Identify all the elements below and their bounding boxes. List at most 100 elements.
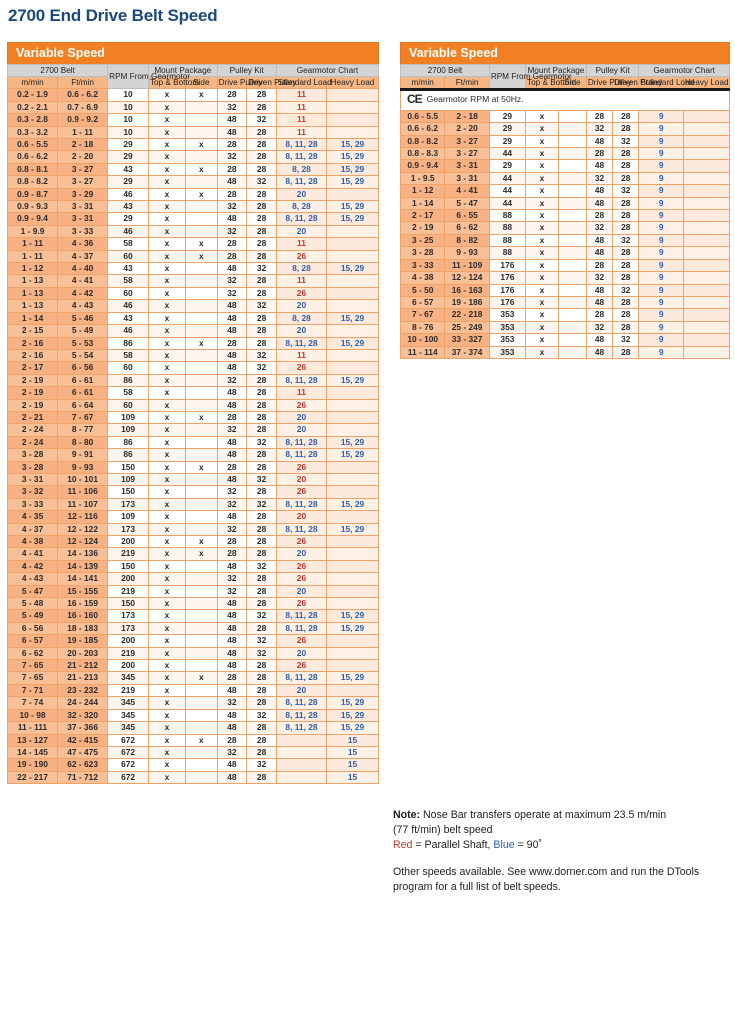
cell-standard-load-value: 11 [297, 89, 306, 100]
cell-heavy-load [682, 308, 731, 322]
cell-standard-load: 20 [275, 224, 328, 239]
table-row: 2 - 24 8 - 80 86 x 48 32 8, 11, 28 15, 29 [6, 435, 379, 450]
cell-mmin: 10 - 100 [399, 333, 446, 347]
cell-driven-pulley: 28 [612, 221, 640, 235]
cell-rpm: 219 [107, 683, 149, 698]
cell-drive-pulley: 48 [585, 184, 614, 198]
table-row: 7 - 65 21 - 213 345 x x 28 28 8, 11, 28 15, 29 [6, 671, 379, 685]
cell-heavy-load [326, 410, 379, 425]
cell-heavy-load [682, 283, 731, 297]
table-row: 1 - 13 4 - 42 60 x 32 28 26 [6, 286, 379, 301]
cell-top-bottom: x [525, 134, 559, 149]
cell-standard-load-value: 9 [658, 110, 664, 121]
cell-side [557, 283, 587, 297]
table-row: 2 - 16 5 - 54 58 x 48 32 11 [6, 348, 379, 363]
cell-ftmin: 22 - 218 [444, 308, 490, 322]
table-row: 4 - 41 14 - 136 219 x x 28 28 20 [6, 547, 379, 561]
cell-standard-load-value: 9 [658, 334, 664, 345]
th-driven-pulley: Driven Pulley [246, 76, 297, 90]
cell-standard-load-value: 11 [297, 101, 306, 112]
cell-rpm: 60 [107, 361, 149, 375]
cell-standard-load-value: 8, 11, 28 [285, 697, 318, 708]
cell-rpm: 173 [107, 497, 149, 512]
cell-top-bottom: x [525, 258, 559, 273]
cell-rpm: 353 [488, 308, 527, 322]
cell-side [557, 333, 587, 347]
cell-mmin: 1 - 11 [6, 237, 59, 251]
cell-drive-pulley: 48 [216, 646, 248, 661]
cell-ftmin: 8 - 77 [57, 423, 109, 437]
cell-drive-pulley: 48 [585, 246, 614, 260]
cell-standard-load: 26 [275, 485, 328, 499]
cell-driven-pulley: 28 [246, 584, 277, 599]
cell-rpm: 176 [488, 295, 527, 310]
cell-drive-pulley: 48 [216, 448, 248, 462]
ce-mark-icon: CE [407, 92, 423, 107]
cell-standard-load-value: 26 [296, 536, 307, 546]
cell-standard-load-value: 20 [296, 511, 307, 522]
cell-drive-pulley: 32 [216, 274, 248, 288]
cell-top-bottom: x [147, 646, 187, 661]
cell-heavy-load-value: 15 [347, 759, 358, 770]
cell-rpm: 109 [107, 410, 149, 425]
th-rpm: RPM From Gearmotor [107, 63, 190, 90]
cell-rpm: 672 [107, 758, 149, 772]
cell-driven-pulley: 28 [612, 258, 640, 273]
cell-mmin: 3 - 28 [399, 246, 446, 260]
cell-side [185, 200, 218, 214]
cell-driven-pulley: 28 [612, 196, 640, 211]
cell-standard-load [275, 758, 328, 772]
cell-drive-pulley: 32 [216, 696, 248, 710]
cell-driven-pulley: 28 [246, 671, 277, 685]
cell-top-bottom: x [147, 125, 187, 140]
cell-rpm: 58 [107, 237, 149, 251]
table-row: 3 - 33 11 - 107 173 x 32 32 8, 11, 28 15, 29 [6, 497, 379, 512]
cell-driven-pulley: 32 [246, 634, 277, 648]
cell-ftmin: 12 - 124 [444, 271, 490, 285]
table-row: 0.3 - 2.8 0.9 - 9.2 10 x 48 32 11 [6, 113, 379, 127]
cell-mmin: 2 - 19 [6, 373, 59, 388]
cell-drive-pulley: 28 [216, 162, 248, 177]
cell-standard-load-value: 9 [658, 222, 664, 233]
th-pulley-group: Pulley Kit [585, 63, 640, 78]
cell-drive-pulley: 48 [216, 758, 248, 772]
th-ftmin: Ft/min [57, 76, 109, 90]
cell-ftmin: 4 - 41 [57, 274, 109, 288]
cell-standard-load: 9 [638, 308, 684, 322]
cell-side [557, 171, 587, 186]
cell-mmin: 0.9 - 9.4 [399, 159, 446, 173]
cell-heavy-load [326, 559, 379, 574]
cell-side [185, 212, 218, 226]
cell-top-bottom: x [147, 113, 187, 127]
cell-driven-pulley: 28 [612, 320, 640, 335]
cell-side [185, 348, 218, 363]
th-gearmotor-group: Gearmotor Chart [638, 63, 730, 78]
cell-side [185, 113, 218, 127]
cell-heavy-load-value: 15, 29 [340, 722, 365, 733]
cell-side [557, 221, 587, 235]
cell-standard-load-value: 8, 11, 28 [285, 139, 318, 149]
cell-driven-pulley: 28 [246, 745, 277, 760]
cell-mmin: 1 - 13 [6, 299, 59, 313]
ce-note-row: CE Gearmotor RPM at 50Hz. [400, 88, 730, 111]
cell-heavy-load-value: 15, 29 [340, 622, 365, 633]
cell-ftmin: 11 - 107 [57, 497, 109, 512]
cell-top-bottom: x [525, 221, 559, 235]
cell-rpm: 44 [488, 171, 527, 186]
cell-drive-pulley: 48 [216, 597, 248, 611]
cell-rpm: 60 [107, 398, 149, 412]
cell-ftmin: 0.6 - 6.2 [57, 88, 109, 102]
cell-top-bottom: x [147, 286, 187, 301]
cell-heavy-load [682, 258, 731, 273]
cell-side [185, 683, 218, 698]
cell-top-bottom: x [147, 100, 187, 115]
table-row: 13 - 127 42 - 415 672 x x 28 28 15 [6, 733, 379, 747]
table-row: 2 - 19 6 - 61 58 x 48 28 11 [6, 386, 379, 400]
cell-top-bottom: x [147, 733, 187, 747]
cell-standard-load: 26 [275, 634, 328, 648]
th-pulley-group: Pulley Kit [216, 63, 277, 78]
cell-ftmin: 3 - 31 [444, 159, 490, 173]
cell-rpm: 150 [107, 460, 149, 474]
cell-heavy-load-value: 15, 29 [340, 337, 365, 348]
cell-standard-load: 9 [638, 122, 684, 136]
